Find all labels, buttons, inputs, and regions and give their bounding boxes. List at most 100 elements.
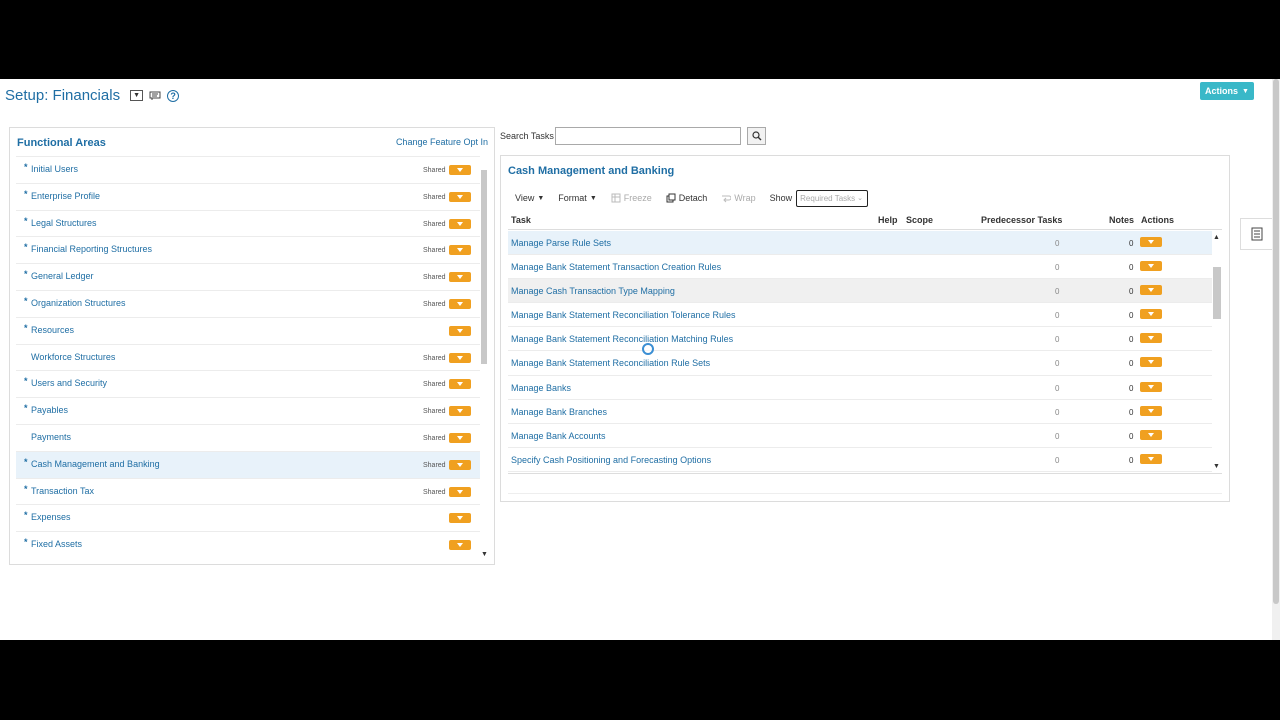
area-actions-button[interactable] [449,191,471,202]
wrap-button[interactable]: Wrap [721,193,756,203]
functional-area-row[interactable]: Workforce Structures Shared [16,343,480,371]
functional-area-label[interactable]: Payables [31,405,68,415]
task-link[interactable]: Manage Bank Accounts [511,431,606,441]
task-actions-button[interactable] [1140,309,1162,320]
area-actions-button[interactable] [449,165,471,175]
task-row[interactable]: Manage Parse Rule Sets 0 0 [508,231,1212,256]
view-menu[interactable]: View ▼ [515,193,544,203]
task-row[interactable]: Manage Bank Statement Reconciliation Tol… [508,303,1212,328]
area-actions-button[interactable] [449,352,471,363]
functional-area-label[interactable]: Financial Reporting Structures [31,244,152,254]
functional-area-label[interactable]: Expenses [31,512,71,522]
task-link[interactable]: Specify Cash Positioning and Forecasting… [511,455,711,465]
scroll-up-icon[interactable]: ▲ [1213,234,1220,241]
area-actions-button[interactable] [449,325,471,336]
show-filter-select[interactable]: Required Tasks ⌄ [796,189,869,207]
functional-area-row[interactable]: * Payables Shared [16,397,480,424]
area-actions-button[interactable] [449,298,471,309]
task-link[interactable]: Manage Bank Statement Reconciliation Rul… [511,358,710,368]
task-link[interactable]: Manage Cash Transaction Type Mapping [511,286,675,296]
area-actions-button[interactable] [449,218,471,229]
functional-area-row[interactable]: * General Ledger Shared [16,263,480,290]
task-row[interactable]: Manage Cash Transaction Type Mapping 0 0 [508,279,1212,304]
column-header-task[interactable]: Task [511,215,531,225]
comment-icon[interactable] [149,90,161,101]
area-actions-button[interactable] [449,513,471,524]
column-header-notes[interactable]: Notes [1109,215,1134,225]
area-actions-button[interactable] [449,540,471,551]
functional-area-label[interactable]: Payments [31,432,71,442]
area-actions-button[interactable] [449,245,471,256]
detach-button[interactable]: Detach [666,193,707,203]
functional-area-row[interactable]: * Enterprise Profile Shared [16,182,480,210]
task-actions-button[interactable] [1140,357,1162,368]
task-actions-button[interactable] [1140,261,1162,272]
task-row[interactable]: Manage Bank Statement Transaction Creati… [508,255,1212,280]
task-actions-button[interactable] [1140,405,1162,416]
functional-area-label[interactable]: Users and Security [31,378,107,388]
task-link[interactable]: Manage Parse Rule Sets [511,238,611,248]
functional-area-row[interactable]: * Users and Security Shared [16,370,480,397]
functional-area-label[interactable]: Legal Structures [31,218,97,228]
task-actions-button[interactable] [1140,285,1162,296]
task-actions-button[interactable] [1140,381,1162,392]
functional-area-label[interactable]: Cash Management and Banking [31,459,160,469]
functional-area-row[interactable]: * Initial Users Shared [16,156,480,183]
freeze-button[interactable]: Freeze [611,193,652,203]
functional-area-row[interactable]: * Legal Structures Shared [16,209,480,237]
task-row[interactable]: Manage Bank Statement Reconciliation Rul… [508,351,1212,376]
task-row[interactable]: Manage Bank Accounts 0 0 [508,424,1212,448]
task-row[interactable]: Manage Bank Branches 0 0 [508,400,1212,424]
search-button[interactable] [747,127,766,145]
column-header-predecessor-tasks[interactable]: Predecessor Tasks [981,215,1062,225]
functional-area-row[interactable]: * Organization Structures Shared [16,289,480,317]
task-link[interactable]: Manage Bank Statement Transaction Creati… [511,262,721,272]
functional-areas-scrollbar[interactable]: ▼ [480,158,488,558]
task-link[interactable]: Manage Bank Statement Reconciliation Mat… [511,334,733,344]
task-row[interactable]: Specify Cash Positioning and Forecasting… [508,448,1212,472]
area-actions-button[interactable] [449,406,471,417]
scrollbar-thumb[interactable] [481,170,487,364]
functional-area-row[interactable]: * Cash Management and Banking Shared [16,450,480,478]
functional-area-label[interactable]: Organization Structures [31,298,126,308]
functional-area-row[interactable]: * Resources [16,316,480,344]
task-actions-button[interactable] [1140,333,1162,344]
task-actions-button[interactable] [1140,237,1162,247]
task-actions-button[interactable] [1140,429,1162,440]
functional-area-row[interactable]: * Fixed Assets [16,531,480,558]
scroll-down-icon[interactable]: ▼ [481,551,488,558]
tasks-table-scrollbar[interactable]: ▲ ▼ [1213,234,1221,470]
area-actions-button[interactable] [449,379,471,390]
functional-area-label[interactable]: General Ledger [31,271,94,281]
scroll-down-icon[interactable]: ▼ [1213,463,1220,470]
scrollbar-thumb[interactable] [1273,79,1279,604]
functional-area-row[interactable]: * Expenses [16,504,480,531]
task-link[interactable]: Manage Bank Statement Reconciliation Tol… [511,310,735,320]
functional-area-label[interactable]: Fixed Assets [31,539,82,549]
format-menu[interactable]: Format ▼ [558,193,596,203]
page-scrollbar[interactable] [1272,79,1280,640]
functional-area-row[interactable]: * Financial Reporting Structures Shared [16,236,480,263]
task-row[interactable]: Manage Bank Statement Reconciliation Mat… [508,327,1212,352]
side-panel-tab[interactable] [1240,218,1272,250]
column-header-help[interactable]: Help [878,215,898,225]
functional-area-label[interactable]: Resources [31,325,74,335]
task-link[interactable]: Manage Banks [511,383,571,393]
help-icon[interactable]: ? [167,89,180,102]
actions-menu-button[interactable]: Actions ▼ [1200,82,1254,100]
task-actions-button[interactable] [1140,453,1162,464]
area-actions-button[interactable] [449,459,471,470]
functional-area-label[interactable]: Transaction Tax [31,486,94,496]
task-row[interactable]: Manage Banks 0 0 [508,376,1212,400]
area-actions-button[interactable] [449,432,471,443]
functional-area-label[interactable]: Initial Users [31,164,78,174]
change-feature-opt-in-link[interactable]: Change Feature Opt In [396,137,488,147]
functional-area-row[interactable]: Payments Shared [16,423,480,451]
area-actions-button[interactable] [449,486,471,497]
title-dropdown-icon[interactable]: ▼ [130,90,144,101]
scrollbar-thumb[interactable] [1213,267,1221,319]
column-header-actions[interactable]: Actions [1141,215,1174,225]
functional-area-label[interactable]: Workforce Structures [31,352,115,362]
column-header-scope[interactable]: Scope [906,215,933,225]
task-link[interactable]: Manage Bank Branches [511,407,607,417]
